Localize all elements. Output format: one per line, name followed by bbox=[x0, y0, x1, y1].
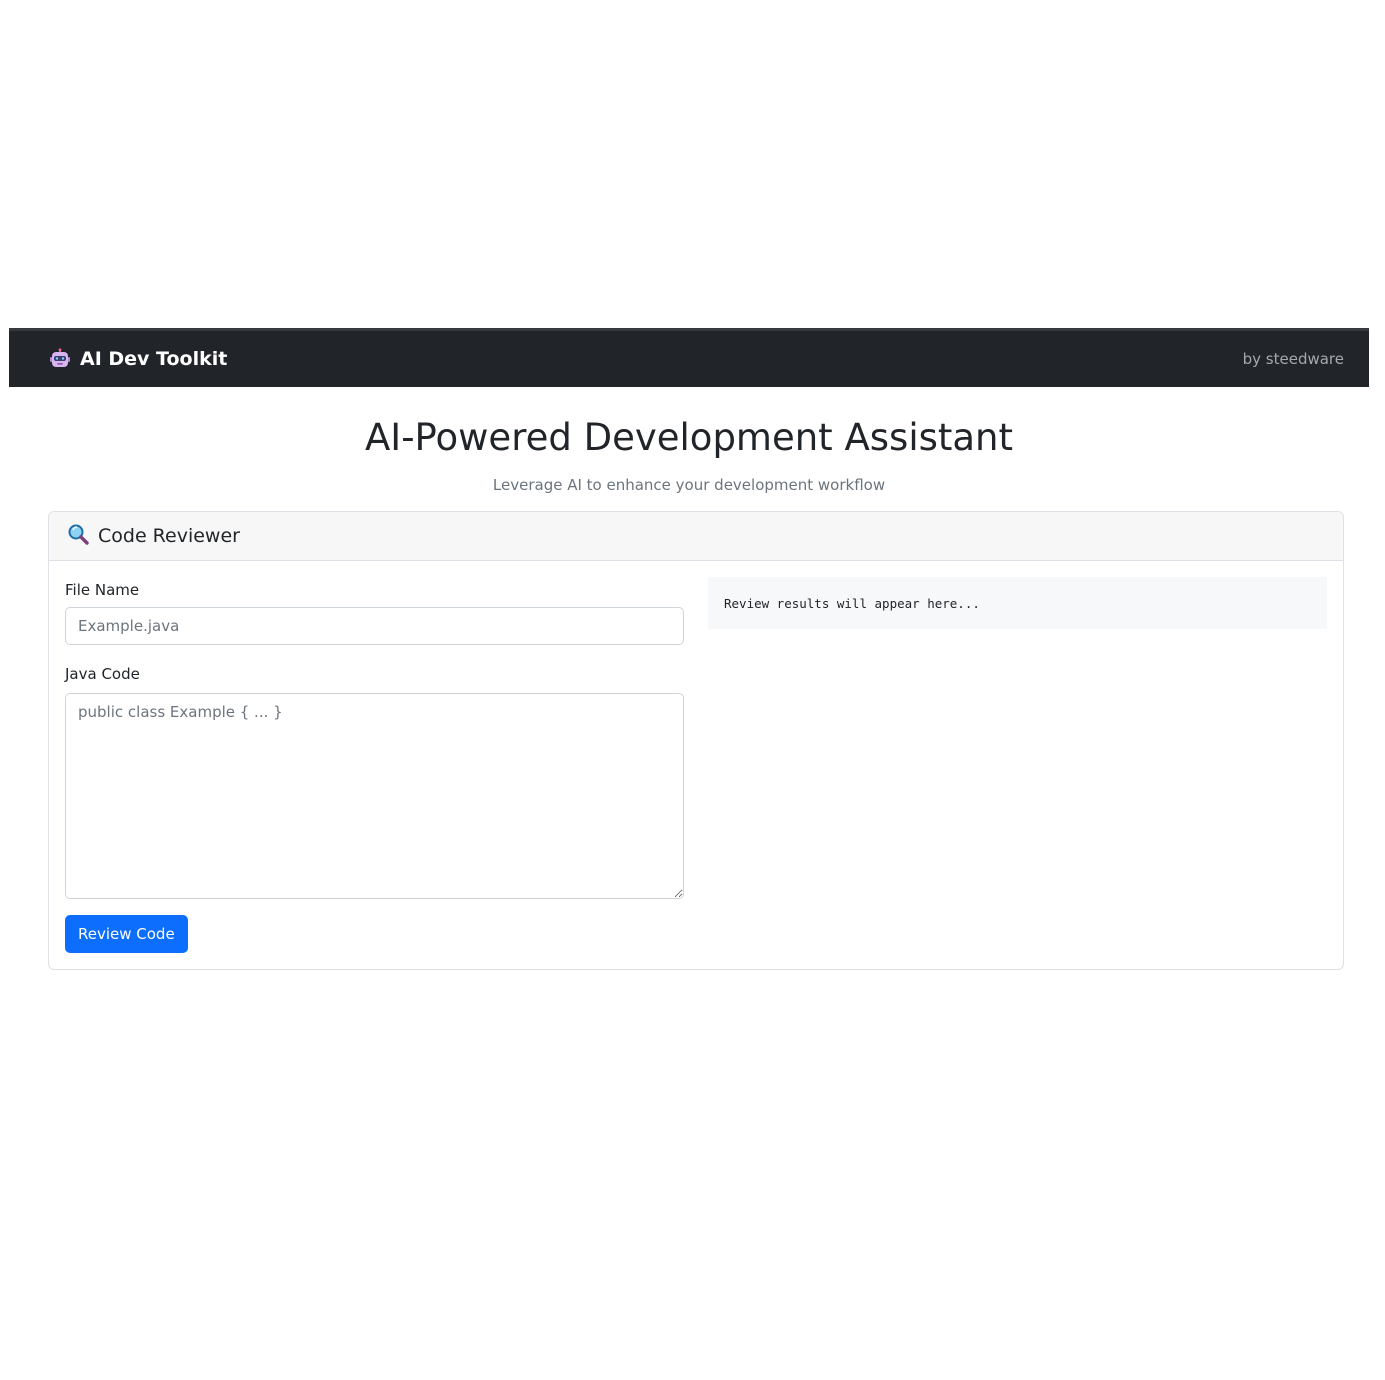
author-link[interactable]: by steedware bbox=[1243, 350, 1344, 368]
navbar: AI Dev Toolkit by steedware bbox=[9, 328, 1369, 387]
page-subtitle: Leverage AI to enhance your development … bbox=[492, 476, 886, 494]
page-title: AI-Powered Development Assistant bbox=[364, 416, 1014, 459]
brand-link[interactable]: AI Dev Toolkit bbox=[49, 348, 227, 370]
card-header: Code Reviewer bbox=[49, 512, 1343, 561]
review-code-button[interactable]: Review Code bbox=[65, 915, 188, 953]
app-frame: AI Dev Toolkit by steedware AI-Powered D… bbox=[9, 328, 1369, 970]
card-body: File Name Java Code Review Code Review r… bbox=[49, 561, 1343, 969]
robot-icon bbox=[49, 348, 71, 370]
java-code-label: Java Code bbox=[65, 665, 140, 683]
brand-title: AI Dev Toolkit bbox=[80, 348, 228, 370]
review-form: File Name Java Code Review Code bbox=[65, 577, 684, 953]
code-reviewer-card: Code Reviewer File Name Java Code Review… bbox=[48, 511, 1344, 970]
card-title: Code Reviewer bbox=[98, 525, 240, 547]
results-column: Review results will appear here... bbox=[708, 577, 1327, 953]
java-code-textarea[interactable] bbox=[65, 693, 684, 899]
review-results-output: Review results will appear here... bbox=[708, 577, 1327, 629]
file-name-label: File Name bbox=[65, 581, 140, 599]
file-name-input[interactable] bbox=[65, 607, 684, 645]
magnifying-glass-icon bbox=[67, 523, 89, 549]
